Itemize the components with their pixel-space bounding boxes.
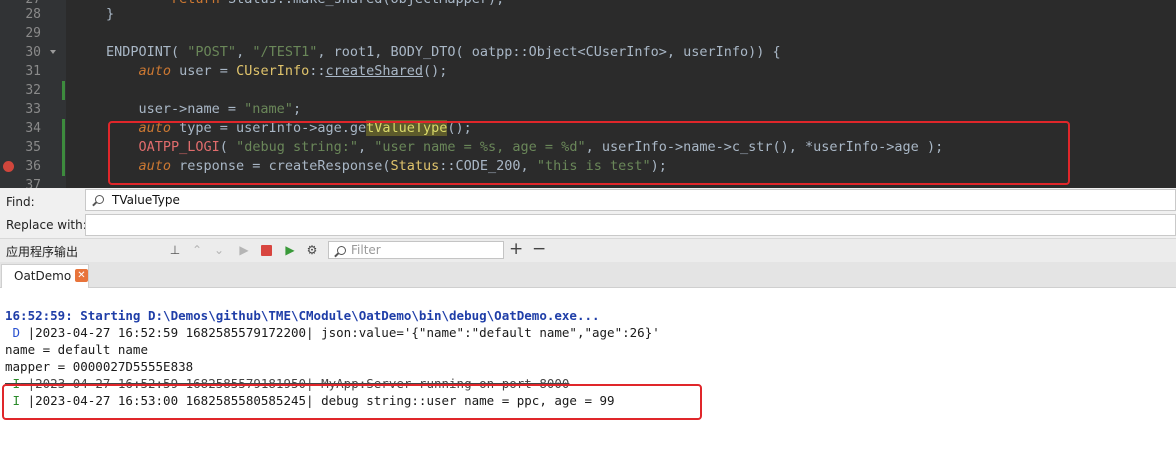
code-text: ENDPOINT( "POST", "/TEST1", root1, BODY_… bbox=[106, 44, 781, 60]
line-number: 32 bbox=[25, 83, 41, 98]
change-marker bbox=[62, 138, 65, 157]
code-line[interactable]: 33 user->name = "name"; bbox=[0, 100, 1176, 119]
annotation-box bbox=[108, 121, 1070, 185]
line-number: 30 bbox=[25, 45, 41, 60]
line-number: 28 bbox=[25, 7, 41, 22]
line-number: 37 bbox=[25, 178, 41, 188]
code-line[interactable]: 29 bbox=[0, 24, 1176, 43]
tab-oatdemo[interactable]: OatDemo ✕ bbox=[1, 264, 89, 288]
line-number: 34 bbox=[25, 121, 41, 136]
log-level: D bbox=[5, 325, 21, 340]
application-output[interactable]: 16:52:59: Starting D:\Demos\github\TME\C… bbox=[0, 288, 1176, 460]
search-icon bbox=[95, 195, 104, 204]
line-number: 29 bbox=[25, 26, 41, 41]
log-text: |2023-04-27 16:52:59 1682585579172200| j… bbox=[20, 325, 660, 340]
line-number: 31 bbox=[25, 64, 41, 79]
output-tab-bar: OatDemo ✕ bbox=[0, 262, 1176, 288]
filter-placeholder: Filter bbox=[351, 243, 381, 257]
find-replace-bar: Find: TValueType Replace with: bbox=[0, 188, 1176, 238]
minus-icon[interactable]: − bbox=[532, 241, 546, 258]
line-number: 33 bbox=[25, 102, 41, 117]
replace-label: Replace with: bbox=[6, 218, 87, 232]
code-editor[interactable]: 27 return Status::make_shared(objectMapp… bbox=[0, 0, 1176, 188]
code-text: auto user = CUserInfo::createShared(); bbox=[138, 63, 448, 79]
fold-toggle-icon[interactable] bbox=[50, 50, 56, 54]
replace-input[interactable] bbox=[85, 214, 1176, 236]
attach-debugger-icon[interactable]: ▶ bbox=[283, 243, 297, 257]
gear-icon[interactable]: ⚙ bbox=[305, 243, 319, 257]
output-line: 16:52:59: Starting D:\Demos\github\TME\C… bbox=[5, 308, 600, 323]
output-line: mapper = 0000027D5555E838 bbox=[5, 359, 194, 374]
code-text: user->name = "name"; bbox=[106, 101, 302, 117]
find-input[interactable]: TValueType bbox=[85, 189, 1176, 211]
output-line: name = default name bbox=[5, 342, 148, 357]
line-number: 35 bbox=[25, 140, 41, 155]
output-pane-title: 应用程序输出 bbox=[6, 245, 79, 259]
change-marker bbox=[62, 81, 65, 100]
annotation-box bbox=[2, 384, 702, 420]
tab-label: OatDemo bbox=[14, 269, 72, 283]
find-input-value: TValueType bbox=[112, 193, 180, 207]
code-line[interactable]: 32 bbox=[0, 81, 1176, 100]
scroll-up-icon[interactable]: ⌃ bbox=[190, 243, 204, 257]
line-number: 36 bbox=[25, 159, 41, 174]
plus-icon[interactable]: + bbox=[509, 241, 523, 258]
filter-input[interactable]: Filter bbox=[328, 241, 504, 259]
stop-icon[interactable] bbox=[261, 245, 272, 256]
close-icon[interactable]: ✕ bbox=[75, 269, 88, 282]
output-line: D |2023-04-27 16:52:59 1682585579172200|… bbox=[5, 324, 660, 341]
search-icon bbox=[337, 246, 346, 255]
change-marker bbox=[62, 157, 65, 176]
output-pane-toolbar: 应用程序输出 ⊥ ⌃ ⌄ ▶ ▶ ⚙ Filter + − bbox=[0, 238, 1176, 262]
change-marker bbox=[62, 119, 65, 138]
clean-output-icon[interactable]: ⊥ bbox=[168, 243, 182, 257]
code-line[interactable]: 30 ENDPOINT( "POST", "/TEST1", root1, BO… bbox=[0, 43, 1176, 62]
scroll-down-icon[interactable]: ⌄ bbox=[212, 243, 226, 257]
code-text: } bbox=[106, 6, 115, 22]
code-line[interactable]: 31 auto user = CUserInfo::createShared()… bbox=[0, 62, 1176, 81]
rerun-icon[interactable]: ▶ bbox=[237, 243, 251, 257]
find-label: Find: bbox=[6, 195, 35, 209]
code-line[interactable]: 28 } bbox=[0, 5, 1176, 24]
